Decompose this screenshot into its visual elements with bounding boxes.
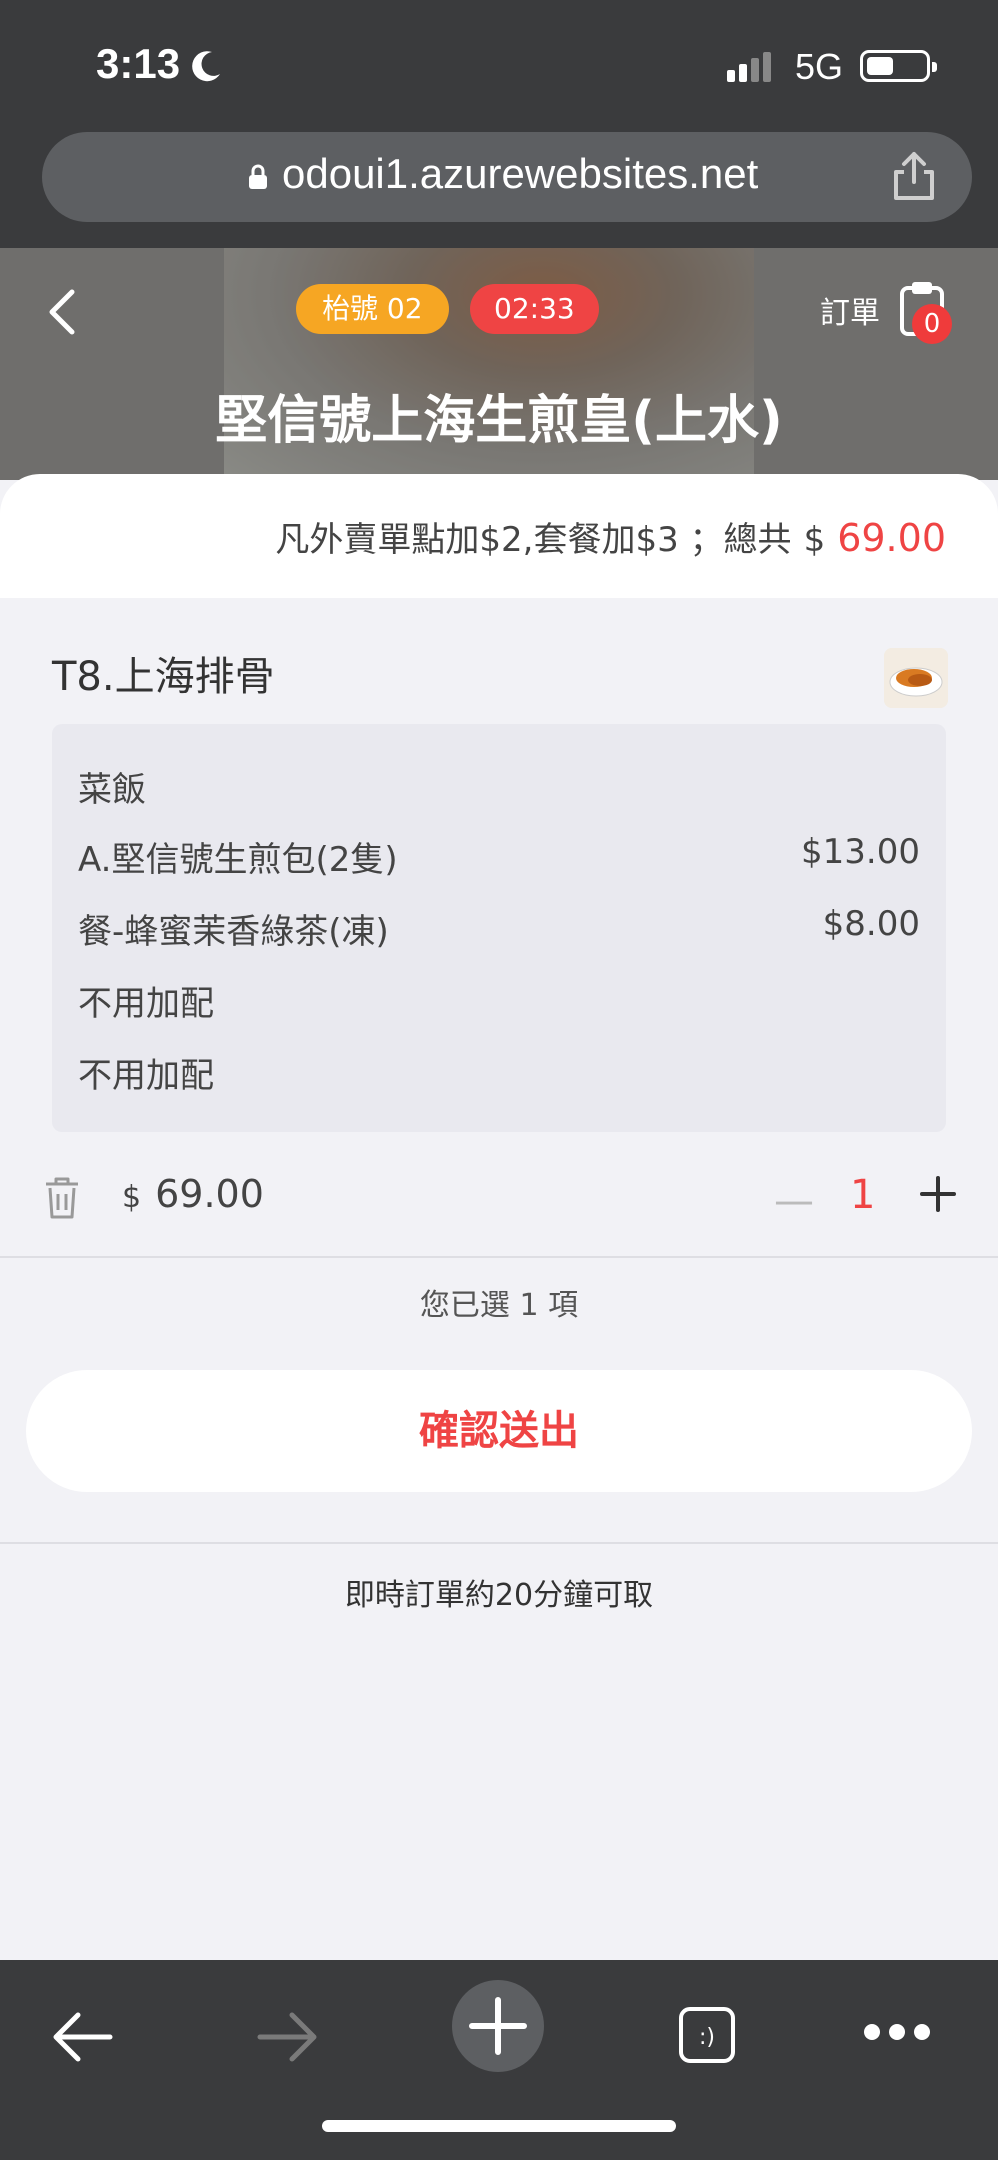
divider — [0, 1542, 998, 1544]
surcharge-note: 凡外賣單點加$2,套餐加$3 ；總共 — [275, 520, 792, 560]
cart-count-badge: 0 — [912, 304, 952, 344]
url-text: odoui1.azurewebsites.net — [282, 150, 759, 197]
summary-text: 凡外賣單點加$2,套餐加$3 ；總共 $69.00 — [275, 512, 946, 561]
option-label: 不用加配 — [78, 1056, 214, 1096]
total-currency: $ — [803, 520, 826, 560]
arrow-right-icon[interactable] — [256, 2010, 320, 2064]
option-label: 不用加配 — [78, 984, 214, 1024]
item-price: $69.00 — [122, 1172, 264, 1216]
signal-icon — [727, 52, 771, 82]
item-options: 菜飯 A.堅信號生煎包(2隻) $13.00 餐-蜂蜜茉香綠茶(凍) $8.00… — [52, 724, 946, 1132]
tabs-icon[interactable]: :) — [678, 2006, 736, 2064]
plus-icon — [469, 1997, 527, 2055]
decrease-quantity-button[interactable]: — — [774, 1178, 814, 1224]
clock-text: 3:13 — [96, 40, 181, 87]
trash-icon[interactable] — [44, 1176, 80, 1220]
quantity-value: 1 — [850, 1172, 876, 1218]
item-name: T8.上海排骨 — [52, 654, 275, 700]
divider — [0, 1256, 998, 1258]
option-price: $8.00 — [822, 904, 920, 944]
confirm-submit-button[interactable]: 確認送出 — [26, 1370, 972, 1492]
store-header: 枱號 02 02:33 訂單 0 堅信號上海生煎皇(上水) — [0, 248, 998, 480]
pickup-time-note: 即時訂單約20分鐘可取 — [344, 1578, 654, 1613]
option-label: 菜飯 — [78, 770, 146, 810]
svg-text::): :) — [699, 2025, 715, 2050]
store-title: 堅信號上海生煎皇(上水) — [215, 391, 783, 451]
item-thumbnail — [884, 648, 948, 708]
option-label: A.堅信號生煎包(2隻) — [78, 840, 398, 880]
table-number-badge: 枱號 02 — [296, 284, 449, 334]
item-price-currency: $ — [122, 1180, 142, 1215]
item-price-row: $69.00 — 1 — [0, 1148, 998, 1258]
lock-icon — [249, 164, 267, 189]
arrow-left-icon[interactable] — [50, 2010, 114, 2064]
order-label[interactable]: 訂單 — [820, 288, 880, 332]
new-tab-button[interactable] — [452, 1980, 544, 2072]
home-indicator — [322, 2120, 676, 2132]
increase-quantity-button[interactable] — [918, 1172, 958, 1216]
battery-icon — [860, 50, 937, 82]
option-price: $13.00 — [801, 832, 920, 872]
timer-badge: 02:33 — [470, 284, 599, 334]
status-bar: 3:13 5G odoui1.azurewebsites.net — [0, 0, 998, 248]
share-icon[interactable] — [890, 150, 938, 202]
back-chevron-icon[interactable] — [44, 286, 80, 338]
clock: 3:13 — [96, 40, 224, 88]
total-amount: 69.00 — [837, 516, 946, 560]
selected-count: 您已選 1 項 — [419, 1288, 579, 1323]
order-summary: 凡外賣單點加$2,套餐加$3 ；總共 $69.00 — [0, 474, 998, 598]
url-bar[interactable]: odoui1.azurewebsites.net — [42, 132, 972, 222]
option-label: 餐-蜂蜜茉香綠茶(凍) — [78, 912, 389, 952]
network-label: 5G — [795, 46, 844, 87]
more-icon[interactable] — [862, 2020, 932, 2044]
moon-icon — [188, 46, 224, 82]
item-price-value: 69.00 — [155, 1172, 264, 1216]
